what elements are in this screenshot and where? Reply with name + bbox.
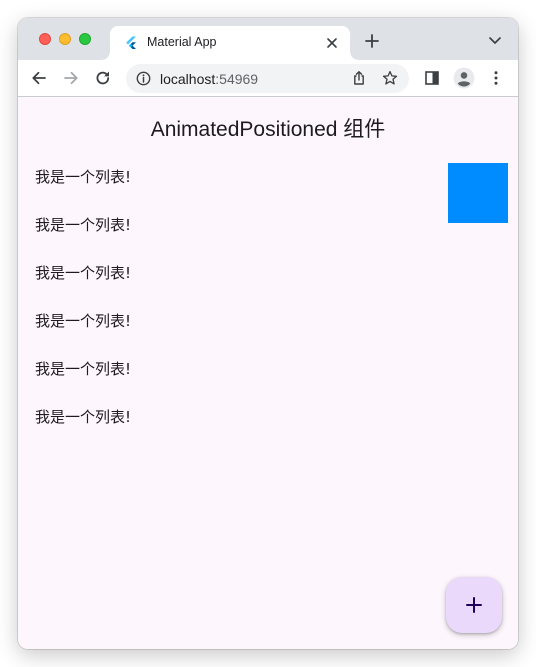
reload-icon[interactable] xyxy=(94,69,112,87)
browser-window: Material App localhost:54969 AnimatedPos… xyxy=(18,18,518,649)
browser-toolbar: localhost:54969 xyxy=(18,60,518,97)
list-item: 我是一个列表! xyxy=(35,408,132,426)
tab-search-icon[interactable] xyxy=(488,35,502,47)
animated-positioned-box xyxy=(448,163,508,223)
list: 我是一个列表! 我是一个列表! 我是一个列表! 我是一个列表! 我是一个列表! … xyxy=(35,168,131,456)
list-item: 我是一个列表! xyxy=(35,216,132,234)
flutter-icon xyxy=(126,36,136,49)
tab-title: Material App xyxy=(147,35,217,49)
list-item: 我是一个列表! xyxy=(35,360,132,378)
star-icon[interactable] xyxy=(382,70,398,86)
address-bar[interactable]: localhost:54969 xyxy=(126,64,409,93)
list-item: 我是一个列表! xyxy=(35,168,132,186)
share-icon[interactable] xyxy=(351,70,367,86)
url-text: localhost:54969 xyxy=(160,71,258,87)
close-icon[interactable] xyxy=(324,35,340,51)
add-button[interactable] xyxy=(446,577,502,633)
back-icon[interactable] xyxy=(30,69,48,87)
list-item: 我是一个列表! xyxy=(35,312,132,330)
add-icon xyxy=(466,597,482,613)
forward-icon[interactable] xyxy=(62,69,80,87)
tab-material-app[interactable]: Material App xyxy=(102,26,358,60)
window-minimize-button[interactable] xyxy=(59,33,71,45)
flutter-page: AnimatedPositioned 组件 我是一个列表! 我是一个列表! 我是… xyxy=(18,97,518,649)
info-icon[interactable] xyxy=(136,71,151,86)
sidepanel-icon[interactable] xyxy=(423,69,441,87)
url-port: :54969 xyxy=(215,71,259,87)
menu-icon[interactable] xyxy=(487,69,505,87)
url-host: localhost xyxy=(160,71,216,87)
profile-icon[interactable] xyxy=(453,67,475,89)
list-item: 我是一个列表! xyxy=(35,264,132,282)
tab-strip: Material App xyxy=(18,18,518,60)
page-title: AnimatedPositioned 组件 xyxy=(150,118,386,141)
window-close-button[interactable] xyxy=(39,33,51,45)
new-tab-icon[interactable] xyxy=(364,33,380,49)
window-maximize-button[interactable] xyxy=(79,33,91,45)
